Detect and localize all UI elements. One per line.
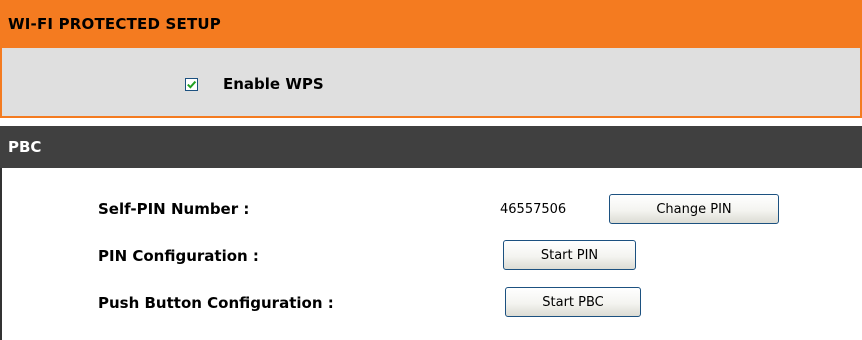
wps-section: WI-FI PROTECTED SETUP Enable WPS (0, 0, 862, 118)
push-button-configuration-label: Push Button Configuration : (98, 294, 334, 312)
wps-settings-page: WI-FI PROTECTED SETUP Enable WPS PBC Sel… (0, 0, 862, 340)
pbc-section-title: PBC (8, 138, 42, 156)
wps-section-header: WI-FI PROTECTED SETUP (0, 0, 862, 48)
pin-configuration-label: PIN Configuration : (98, 247, 259, 265)
change-pin-button[interactable]: Change PIN (609, 194, 779, 224)
pbc-section-header: PBC (0, 126, 862, 168)
self-pin-label: Self-PIN Number : (98, 200, 250, 218)
wps-section-title: WI-FI PROTECTED SETUP (8, 15, 221, 33)
start-pbc-button[interactable]: Start PBC (505, 287, 641, 317)
enable-wps-label: Enable WPS (223, 75, 324, 93)
start-pin-button[interactable]: Start PIN (503, 240, 636, 270)
checkmark-icon (187, 80, 197, 89)
self-pin-value: 46557506 (500, 202, 567, 217)
enable-wps-row: Enable WPS (185, 75, 324, 93)
enable-wps-checkbox[interactable] (185, 77, 198, 91)
